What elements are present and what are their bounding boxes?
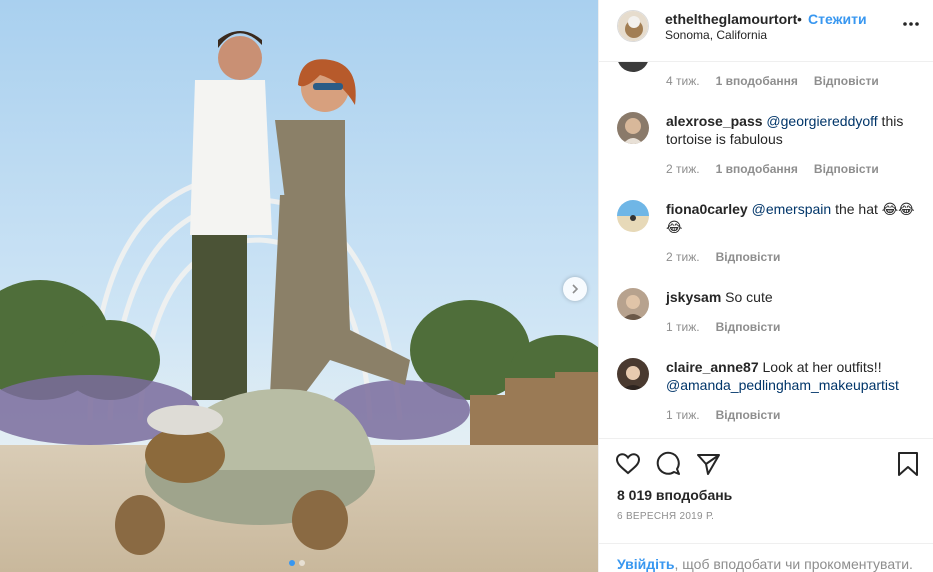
commenter-avatar[interactable] <box>617 288 649 320</box>
comment-likes[interactable]: 1 вподобання <box>716 74 798 88</box>
reply-button[interactable]: Відповісти <box>814 162 879 176</box>
login-prompt: Увійдіть, щоб вподобати чи прокоментуват… <box>599 543 933 572</box>
post-actions: 8 019 вподобань 6 ВЕРЕСНЯ 2019 Р. Увійді… <box>599 438 933 572</box>
carousel-indicator <box>289 560 305 566</box>
header-separator: • <box>797 11 802 27</box>
commenter-username[interactable]: claire_anne87 <box>666 359 759 375</box>
comment-text: alexrose_pass @georgiereddyoff this tort… <box>666 112 916 148</box>
comment-meta: 1 тиж. Відповісти <box>666 408 780 422</box>
commenter-username[interactable]: jskysam <box>666 289 721 305</box>
comment-body: Look at her outfits!! <box>762 359 882 375</box>
comment-meta: 2 тиж. 1 вподобання Відповісти <box>666 162 879 176</box>
post-image <box>0 0 598 572</box>
next-image-button[interactable] <box>563 277 587 301</box>
comment-likes[interactable]: 1 вподобання <box>716 162 798 176</box>
comment-body: So cute <box>725 289 773 305</box>
comment-time[interactable]: 2 тиж. <box>666 162 700 176</box>
commenter-avatar[interactable] <box>617 358 649 390</box>
author-avatar[interactable] <box>617 10 649 42</box>
carousel-dot-active <box>289 560 295 566</box>
reply-button[interactable]: Відповісти <box>716 250 781 264</box>
post-header: etheltheglamourtort • Стежити Sonoma, Ca… <box>599 0 933 62</box>
comments-list[interactable]: 4 тиж. 1 вподобання Відповісти alexrose_… <box>599 62 933 438</box>
heart-icon[interactable] <box>615 451 641 477</box>
comment-meta: 2 тиж. Відповісти <box>666 250 780 264</box>
login-prompt-text: , щоб вподобати чи прокоментувати. <box>674 556 913 572</box>
post-photo[interactable] <box>0 0 598 572</box>
comment-text: jskysam So cute <box>666 288 916 306</box>
follow-button[interactable]: Стежити <box>808 11 867 27</box>
commenter-avatar[interactable] <box>617 112 649 144</box>
comment-mention[interactable]: @amanda_pedlingham_makeupartist <box>666 377 899 393</box>
comment-mention[interactable]: @emerspain <box>752 201 832 217</box>
author-username[interactable]: etheltheglamourtort <box>665 11 797 27</box>
chevron-right-icon <box>572 284 579 294</box>
comment-meta: 1 тиж. Відповісти <box>666 320 780 334</box>
comment-time[interactable]: 1 тиж. <box>666 408 700 422</box>
comment-time[interactable]: 1 тиж. <box>666 320 700 334</box>
post-sidebar: etheltheglamourtort • Стежити Sonoma, Ca… <box>598 0 933 572</box>
comment-icon[interactable] <box>655 451 681 477</box>
comment-text: claire_anne87 Look at her outfits!! @ama… <box>666 358 916 394</box>
more-horizontal-icon[interactable] <box>901 14 921 34</box>
reply-button[interactable]: Відповісти <box>814 74 879 88</box>
login-link[interactable]: Увійдіть <box>617 556 675 572</box>
commenter-username[interactable]: fiona0carley <box>666 201 748 217</box>
comment-time[interactable]: 4 тиж. <box>666 74 700 88</box>
comment-mention[interactable]: @georgiereddyoff <box>766 113 877 129</box>
comment-meta: 4 тиж. 1 вподобання Відповісти <box>666 74 879 88</box>
commenter-avatar[interactable] <box>617 200 649 232</box>
reply-button[interactable]: Відповісти <box>716 408 781 422</box>
post-date[interactable]: 6 ВЕРЕСНЯ 2019 Р. <box>617 511 714 522</box>
likes-count[interactable]: 8 019 вподобань <box>617 487 732 503</box>
comment-text: fiona0carley @emerspain the hat 😂😂😂 <box>666 200 916 236</box>
share-icon[interactable] <box>695 451 721 477</box>
commenter-username[interactable]: alexrose_pass <box>666 113 763 129</box>
commenter-avatar[interactable] <box>617 62 649 72</box>
bookmark-icon[interactable] <box>895 451 921 477</box>
post-location[interactable]: Sonoma, California <box>665 28 767 42</box>
comment-time[interactable]: 2 тиж. <box>666 250 700 264</box>
carousel-dot <box>299 560 305 566</box>
reply-button[interactable]: Відповісти <box>716 320 781 334</box>
